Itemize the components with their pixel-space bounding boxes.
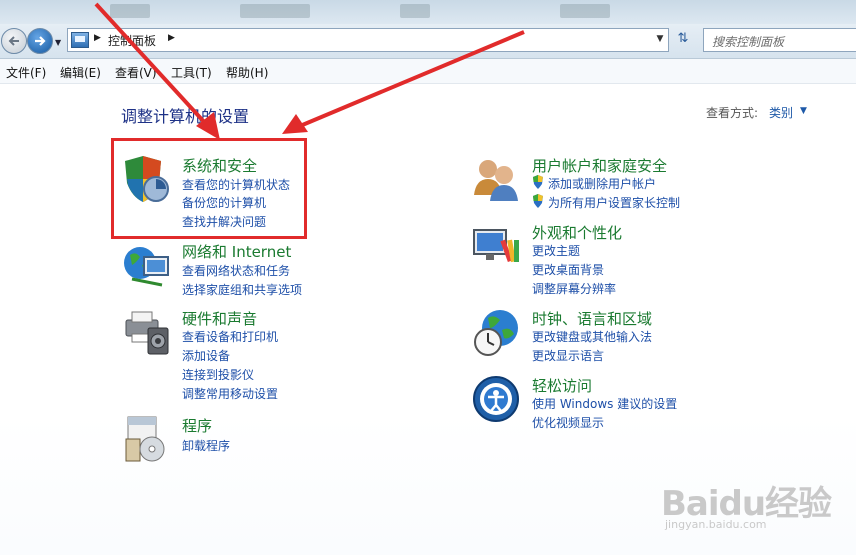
watermark-url: jingyan.baidu.com	[665, 518, 767, 531]
annotation-box	[111, 138, 307, 239]
refresh-icon[interactable]: ⇅	[672, 31, 694, 49]
shield-icon	[533, 175, 543, 189]
printer-icon	[125, 311, 169, 355]
link-network-status[interactable]: 查看网络状态和任务	[182, 262, 290, 279]
breadcrumb-arrow-icon[interactable]: ▶	[168, 33, 175, 43]
view-by-select[interactable]: 类别	[769, 104, 793, 121]
back-button[interactable]	[1, 28, 27, 54]
link-change-background[interactable]: 更改桌面背景	[532, 261, 604, 278]
link-optimize-video[interactable]: 优化视频显示	[532, 414, 604, 431]
blurred-area	[110, 4, 150, 18]
category-title[interactable]: 轻松访问	[532, 375, 592, 396]
menu-view[interactable]: 查看(V)	[115, 64, 157, 81]
menu-help[interactable]: 帮助(H)	[226, 64, 268, 81]
clock-globe-icon	[474, 310, 518, 356]
link-connect-projector[interactable]: 连接到投影仪	[182, 366, 254, 383]
category-title[interactable]: 程序	[182, 415, 212, 436]
link-uninstall-program[interactable]: 卸载程序	[182, 437, 230, 454]
view-by-label: 查看方式:	[706, 106, 759, 120]
link-devices-printers[interactable]: 查看设备和打印机	[182, 328, 278, 345]
title-strip	[0, 0, 856, 24]
link-add-remove-accounts[interactable]: 添加或删除用户帐户	[548, 175, 656, 192]
forward-button[interactable]	[27, 28, 53, 54]
link-homegroup-sharing[interactable]: 选择家庭组和共享选项	[182, 281, 302, 298]
link-mobility-settings[interactable]: 调整常用移动设置	[182, 385, 278, 402]
shield-icon	[533, 194, 543, 208]
control-panel-icon	[71, 32, 89, 48]
link-change-theme[interactable]: 更改主题	[532, 242, 580, 259]
address-bar-area: ▼ ▶ 控制面板 ▶ ▼ ⇅ 搜索控制面板	[0, 24, 856, 59]
category-title[interactable]: 用户帐户和家庭安全	[532, 155, 667, 176]
link-screen-resolution[interactable]: 调整屏幕分辨率	[532, 280, 616, 297]
back-icon	[8, 36, 19, 46]
programs-icon	[125, 416, 165, 462]
forward-icon	[35, 36, 46, 46]
menu-bar: 文件(F) 编辑(E) 查看(V) 工具(T) 帮助(H)	[0, 59, 856, 84]
page-title: 调整计算机的设置	[121, 107, 250, 126]
breadcrumb-arrow-icon[interactable]: ▶	[94, 33, 101, 43]
address-dropdown-button[interactable]: ▼	[652, 29, 668, 49]
link-add-device[interactable]: 添加设备	[182, 347, 230, 364]
blurred-area	[400, 4, 430, 18]
category-title[interactable]: 时钟、语言和区域	[532, 308, 652, 329]
address-field[interactable]: ▶ 控制面板 ▶ ▼	[67, 28, 669, 52]
search-placeholder: 搜索控制面板	[712, 35, 785, 49]
link-parental-controls[interactable]: 为所有用户设置家长控制	[548, 194, 680, 211]
recent-pages-dropdown[interactable]: ▼	[55, 38, 61, 47]
watermark: Baidu经验 jingyan.baidu.com	[661, 476, 832, 531]
menu-edit[interactable]: 编辑(E)	[60, 64, 101, 81]
category-title[interactable]: 硬件和声音	[182, 308, 257, 329]
link-windows-recommended[interactable]: 使用 Windows 建议的设置	[532, 395, 677, 412]
category-title[interactable]: 外观和个性化	[532, 222, 622, 243]
category-title[interactable]: 网络和 Internet	[182, 241, 291, 262]
menu-tools[interactable]: 工具(T)	[171, 64, 212, 81]
users-icon	[474, 160, 518, 201]
monitor-palette-icon	[473, 229, 519, 263]
blurred-area	[240, 4, 310, 18]
menu-file[interactable]: 文件(F)	[6, 64, 46, 81]
breadcrumb-control-panel[interactable]: 控制面板	[108, 32, 156, 49]
link-change-keyboard[interactable]: 更改键盘或其他输入法	[532, 328, 652, 345]
accessibility-icon	[473, 376, 519, 422]
search-input[interactable]: 搜索控制面板	[703, 28, 856, 52]
link-change-display-language[interactable]: 更改显示语言	[532, 347, 604, 364]
chevron-down-icon[interactable]: ▼	[800, 106, 807, 116]
network-globe-icon	[124, 247, 169, 287]
blurred-area	[560, 4, 610, 18]
